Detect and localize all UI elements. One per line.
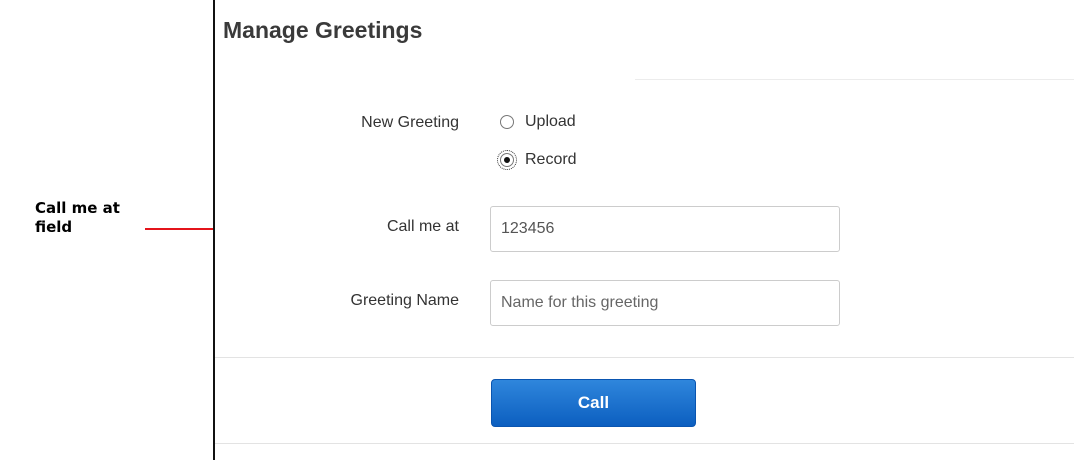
call-me-at-label: Call me at bbox=[386, 218, 459, 235]
greeting-name-label: Greeting Name bbox=[350, 292, 460, 309]
call-me-at-input[interactable] bbox=[490, 206, 840, 252]
record-radio-button[interactable] bbox=[497, 150, 517, 170]
record-radio-label: Record bbox=[525, 151, 577, 168]
radio-selected-dot bbox=[504, 157, 510, 163]
callout-label: Call me at field bbox=[35, 199, 120, 236]
record-radio-option[interactable]: Record bbox=[497, 150, 577, 170]
title-divider bbox=[635, 79, 1074, 80]
upload-radio-option[interactable]: Upload bbox=[500, 113, 576, 131]
action-bar-divider bbox=[215, 443, 1074, 444]
page-title: Manage Greetings bbox=[223, 17, 423, 43]
manage-greetings-panel: Manage Greetings New Greeting Upload Rec… bbox=[213, 0, 1074, 460]
call-button[interactable]: Call bbox=[491, 379, 696, 427]
upload-radio-label: Upload bbox=[525, 113, 576, 130]
greeting-name-input[interactable] bbox=[490, 280, 840, 326]
upload-radio-button[interactable] bbox=[500, 115, 514, 129]
new-greeting-label: New Greeting bbox=[361, 114, 459, 131]
